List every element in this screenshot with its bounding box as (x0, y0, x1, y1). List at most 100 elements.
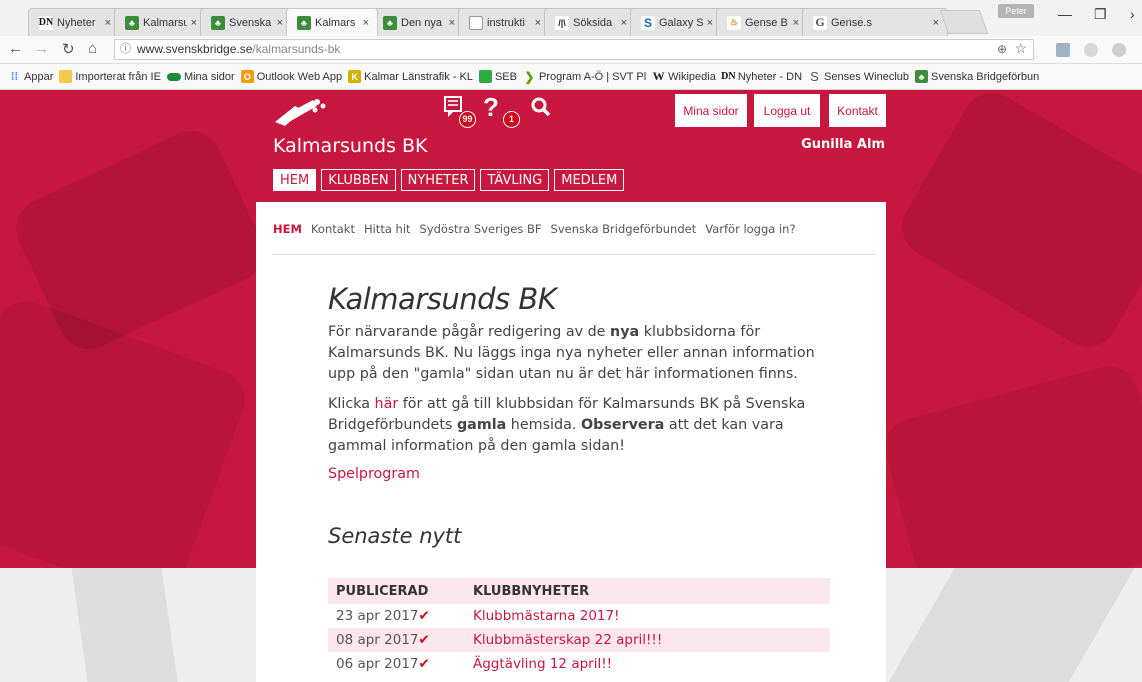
folder-icon (59, 70, 73, 83)
nav-klubben[interactable]: KLUBBEN (321, 169, 396, 191)
home-icon[interactable]: ⌂ (88, 40, 97, 57)
mina-sidor-button[interactable]: Mina sidor (675, 94, 747, 127)
background-decoration (71, 568, 179, 682)
tab-den-nya[interactable]: ♣ Den nya × (372, 8, 464, 36)
info-icon[interactable]: ⓘ (120, 40, 131, 59)
profile-button[interactable]: Peter (998, 4, 1034, 18)
close-icon[interactable]: × (933, 17, 939, 29)
divider (273, 254, 877, 255)
close-icon[interactable]: × (277, 17, 283, 29)
outlook-icon: O (240, 70, 254, 83)
bookmark-kalmar-lanstrafik[interactable]: K Kalmar Länstrafik - KL (348, 70, 473, 83)
tab-nyheter[interactable]: DN Nyheter × (28, 8, 120, 36)
extension-icon[interactable] (1056, 43, 1070, 57)
table-row: 23 apr 2017✔ Klubbmästarna 2017! (328, 604, 830, 628)
tab-galaxy[interactable]: S Galaxy S × (630, 8, 722, 36)
back-icon[interactable]: ← (8, 40, 23, 57)
tab-gense-b[interactable]: ♨ Gense B × (716, 8, 808, 36)
minimize-icon[interactable]: — (1058, 6, 1072, 22)
news-link[interactable]: Klubbmästerskap 22 april!!! (473, 632, 662, 648)
subnav-svenska-bridgeforbundet[interactable]: Svenska Bridgeförbundet (551, 222, 697, 236)
bookmark-importerat[interactable]: Importerat från IE (59, 70, 161, 83)
close-window-icon[interactable]: › (1130, 6, 1135, 22)
old-site-paragraph: Klicka här för att gå till klubbsidan fö… (328, 396, 806, 454)
news-link[interactable]: Äggtävling 12 april!! (473, 656, 612, 672)
seb-icon (478, 70, 492, 83)
tab-soksida[interactable]: /|\ Söksida × (544, 8, 636, 36)
har-link[interactable]: här (375, 396, 399, 412)
nav-hem[interactable]: HEM (273, 169, 317, 191)
card-decoration (878, 359, 1142, 568)
tab-instrukti[interactable]: instrukti × (458, 8, 550, 36)
extension-icon[interactable] (1084, 43, 1098, 57)
bookmark-mina-sidor[interactable]: Mina sidor (166, 71, 235, 83)
messages-count-badge: 99 (459, 111, 476, 128)
address-bar[interactable]: ⓘ www.svenskbridge.se/kalmarsunds-bk ⊕ ☆ (114, 39, 1034, 60)
zoom-icon[interactable]: ⊕ (997, 40, 1007, 59)
site-title[interactable]: Kalmarsunds BK (273, 135, 428, 157)
check-icon: ✔ (418, 608, 430, 624)
document-icon (469, 15, 483, 30)
content-panel: HEM Kontakt Hitta hit Sydöstra Sveriges … (256, 202, 886, 682)
bookmark-wikipedia[interactable]: W Wikipedia (652, 69, 716, 83)
news-table: PUBLICERAD KLUBBNYHETER 23 apr 2017✔ Klu… (328, 578, 830, 676)
bookmark-senses[interactable]: S Senses Wineclub (808, 69, 909, 84)
extension-icon[interactable] (1112, 43, 1126, 57)
svenskbridge-icon: ♣ (383, 15, 397, 30)
subnav-hem[interactable]: HEM (273, 222, 302, 236)
nav-tavling[interactable]: TÄVLING (480, 169, 550, 191)
main-navigation: HEM KLUBBEN NYHETER TÄVLING MEDLEM (273, 169, 625, 191)
bookmark-svt-play[interactable]: ❯ Program A-Ö | SVT Pl (523, 70, 646, 84)
tab-kalmars-active[interactable]: ♣ Kalmars × (286, 8, 378, 36)
tab-gense-se[interactable]: G Gense.s × (802, 8, 948, 36)
subnav-sydostra[interactable]: Sydöstra Sveriges BF (420, 222, 542, 236)
news-date: 06 apr 2017✔ (336, 656, 430, 672)
nav-medlem[interactable]: MEDLEM (554, 169, 625, 191)
bookmark-appar[interactable]: ⁞⁞ Appar (8, 70, 54, 83)
tab-kalmarsu[interactable]: ♣ Kalmarsu × (114, 8, 206, 36)
pill-icon (166, 72, 181, 81)
news-link[interactable]: Klubbmästarna 2017! (473, 608, 620, 624)
kontakt-button[interactable]: Kontakt (829, 94, 886, 127)
nav-nyheter[interactable]: NYHETER (400, 169, 476, 191)
wikipedia-icon: W (652, 69, 665, 83)
card-decoration (891, 90, 1142, 358)
bookmark-seb[interactable]: SEB (478, 70, 517, 83)
close-icon[interactable]: × (707, 17, 713, 29)
close-icon[interactable]: × (793, 17, 799, 29)
new-tab-button[interactable] (939, 10, 989, 34)
close-icon[interactable]: × (449, 17, 455, 29)
restore-icon[interactable]: ❐ (1094, 6, 1107, 23)
reload-icon[interactable]: ↻ (62, 40, 75, 58)
bookmark-star-icon[interactable]: ☆ (1014, 39, 1027, 58)
logga-ut-button[interactable]: Logga ut (754, 94, 820, 127)
bookmark-svenska-bridge[interactable]: ♣ Svenska Bridgeförbun (915, 70, 1039, 83)
bookmark-outlook[interactable]: O Outlook Web App (240, 70, 342, 83)
svenskbridge-logo[interactable] (273, 96, 327, 130)
s-icon: S (810, 69, 819, 84)
news-date: 23 apr 2017✔ (336, 608, 430, 624)
apps-icon: ⁞⁞ (10, 70, 19, 83)
help-icon[interactable]: ? (478, 92, 504, 122)
table-header-row: PUBLICERAD KLUBBNYHETER (328, 578, 830, 604)
subnav-kontakt[interactable]: Kontakt (311, 222, 355, 236)
svenskbridge-icon: ♣ (211, 15, 225, 30)
forward-icon[interactable]: → (34, 40, 49, 57)
spelprogram-link[interactable]: Spelprogram (328, 466, 828, 482)
s-icon: S (641, 15, 655, 30)
close-icon[interactable]: × (105, 17, 111, 29)
close-icon[interactable]: × (363, 17, 369, 29)
close-icon[interactable]: × (191, 17, 197, 29)
subnav-hitta-hit[interactable]: Hitta hit (364, 222, 411, 236)
bookmark-dn[interactable]: DN Nyheter - DN (721, 70, 802, 83)
search-icon[interactable] (528, 92, 554, 122)
browser-tab-strip: DN Nyheter × ♣ Kalmarsu × ♣ Svenska × ♣ … (0, 0, 1142, 36)
g-icon: G (813, 15, 827, 30)
close-icon[interactable]: × (621, 17, 627, 29)
user-name[interactable]: Gunilla Alm (801, 137, 885, 152)
subnav-varfor-logga-in[interactable]: Varför logga in? (705, 222, 795, 236)
close-icon[interactable]: × (535, 17, 541, 29)
table-row: 06 apr 2017✔ Äggtävling 12 april!! (328, 652, 830, 676)
table-row: 08 apr 2017✔ Klubbmästerskap 22 april!!! (328, 628, 830, 652)
tab-svenska[interactable]: ♣ Svenska × (200, 8, 292, 36)
